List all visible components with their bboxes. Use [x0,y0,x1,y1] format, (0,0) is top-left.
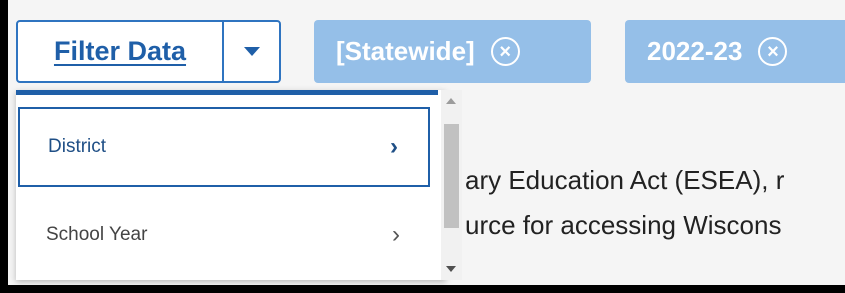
body-text-line-1: ary Education Act (ESEA), r [465,165,785,195]
chevron-right-icon: › [390,133,398,160]
menu-item-school-year[interactable]: School Year › [18,195,430,275]
close-icon[interactable]: × [490,37,520,66]
page-content: ary Education Act (ESEA), r urce for acc… [8,0,845,285]
caret-down-icon [243,47,260,56]
filter-chip-school-year: 2022-23 × [625,20,845,83]
dropdown-scrollbar[interactable] [441,90,462,280]
filter-dropdown-menu: District › School Year › [16,90,462,280]
menu-item-label: District [48,136,107,157]
chip-label: 2022-23 [647,36,743,66]
menu-item-label: School Year [46,224,148,245]
screenshot-frame: ary Education Act (ESEA), r urce for acc… [0,0,845,293]
chevron-right-icon: › [392,221,400,248]
filter-data-button[interactable]: Filter Data [18,22,224,81]
scroll-up-arrow-icon[interactable] [446,98,456,104]
menu-item-district[interactable]: District › [18,107,430,187]
close-icon[interactable]: × [758,37,788,66]
filter-data-label: Filter Data [53,36,187,66]
filter-chip-statewide: [Statewide] × [314,20,591,83]
scroll-down-arrow-icon[interactable] [446,266,456,272]
scroll-thumb[interactable] [444,124,459,228]
chip-label: [Statewide] [336,36,475,66]
dropdown-accent-bar [16,90,438,95]
filter-dropdown-toggle[interactable] [224,22,279,81]
body-text-line-2: urce for accessing Wiscons [465,210,782,240]
filter-data-split-button: Filter Data [16,20,281,83]
